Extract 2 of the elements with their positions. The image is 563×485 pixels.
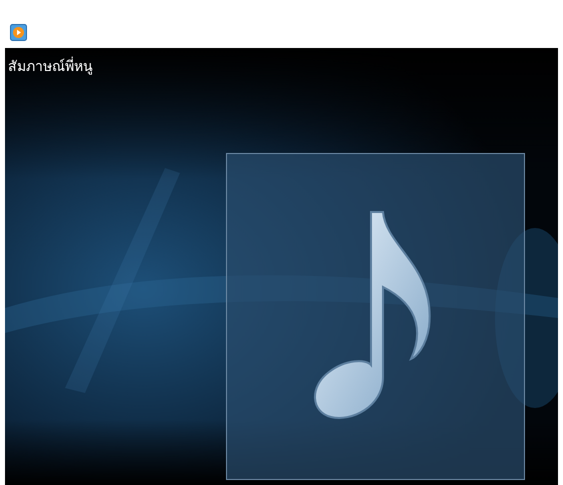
media-title: สัมภาษณ์พี่หนู — [7, 56, 93, 77]
play-icon[interactable] — [10, 24, 27, 41]
